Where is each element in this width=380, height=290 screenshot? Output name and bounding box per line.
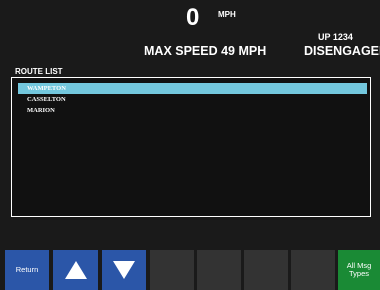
route-list: WAMPETON CASSELTON MARION — [18, 83, 367, 116]
route-item-casselton[interactable]: CASSELTON — [18, 94, 367, 105]
engage-status: DISENGAGED — [304, 44, 380, 58]
all-msg-types-label-line2: Types — [348, 269, 369, 278]
empty-soft-key-3[interactable] — [244, 250, 288, 290]
arrow-down-icon — [113, 261, 135, 279]
speed-unit: MPH — [218, 10, 236, 19]
scroll-down-button[interactable] — [102, 250, 146, 290]
return-button-label: Return — [15, 265, 39, 274]
train-id: UP 1234 — [318, 32, 353, 42]
route-list-panel: WAMPETON CASSELTON MARION — [11, 77, 371, 217]
all-msg-types-button[interactable]: All Msg Types — [338, 250, 380, 290]
route-item-wampeton[interactable]: WAMPETON — [18, 83, 367, 94]
empty-soft-key-2[interactable] — [197, 250, 241, 290]
max-speed-label: MAX SPEED 49 MPH — [144, 44, 267, 58]
empty-soft-key-4[interactable] — [291, 250, 335, 290]
route-list-title: ROUTE LIST — [15, 67, 63, 76]
empty-soft-key-1[interactable] — [150, 250, 194, 290]
speed-value: 0 — [186, 4, 200, 31]
return-button[interactable]: Return — [5, 250, 49, 290]
arrow-up-icon — [64, 261, 87, 279]
scroll-up-button[interactable] — [53, 250, 98, 290]
route-item-marion[interactable]: MARION — [18, 105, 367, 116]
